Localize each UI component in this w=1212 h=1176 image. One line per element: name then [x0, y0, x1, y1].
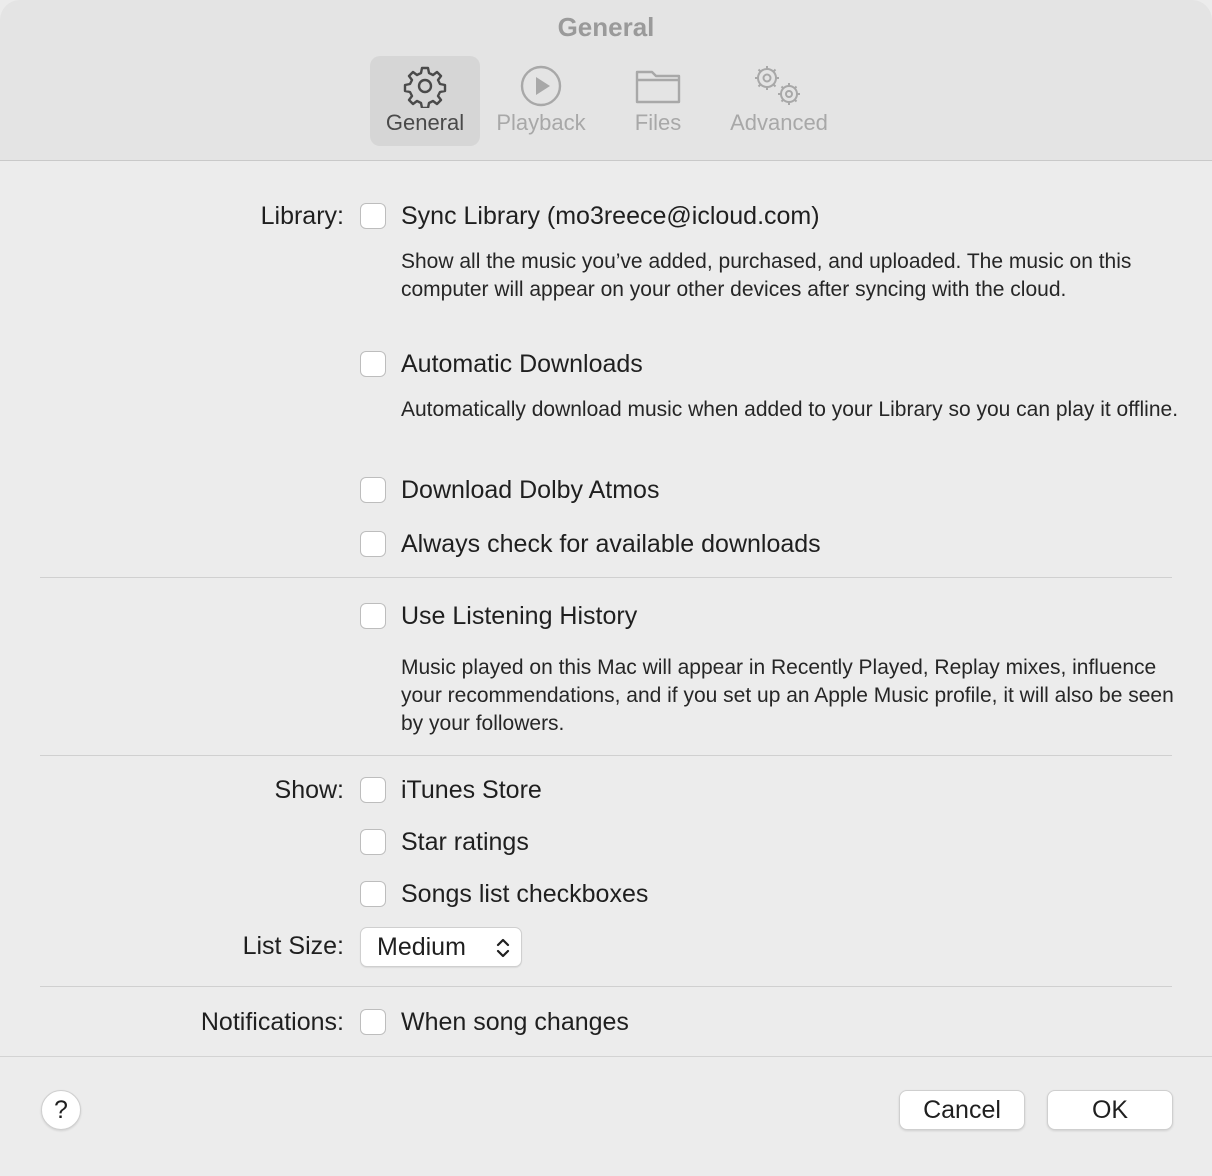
- show-label: Show:: [274, 776, 344, 804]
- cancel-button[interactable]: Cancel: [899, 1090, 1025, 1130]
- use-listening-history-label[interactable]: Use Listening History: [401, 602, 637, 631]
- list-size-label: List Size:: [242, 932, 344, 960]
- use-listening-history-checkbox[interactable]: [360, 603, 386, 629]
- when-song-changes-label[interactable]: When song changes: [401, 1008, 629, 1037]
- toolbar: General General Playback Files Advanced: [0, 0, 1212, 161]
- tab-label: Files: [634, 110, 682, 135]
- tab-playback[interactable]: Playback: [490, 56, 592, 146]
- help-button[interactable]: ?: [41, 1090, 81, 1130]
- download-dolby-atmos-label[interactable]: Download Dolby Atmos: [401, 476, 659, 505]
- automatic-downloads-label[interactable]: Automatic Downloads: [401, 350, 643, 379]
- tab-label: General: [385, 110, 465, 135]
- gears-icon: [755, 66, 800, 105]
- gear-icon: [403, 66, 447, 108]
- sync-library-label[interactable]: Sync Library (mo3reece@icloud.com): [401, 202, 820, 231]
- footer-divider: [0, 1056, 1212, 1057]
- itunes-store-checkbox[interactable]: [360, 777, 386, 803]
- chevron-up-down-icon: [496, 938, 510, 958]
- songs-list-checkboxes-checkbox[interactable]: [360, 881, 386, 907]
- tab-general[interactable]: General: [370, 56, 480, 146]
- automatic-downloads-checkbox[interactable]: [360, 351, 386, 377]
- always-check-downloads-checkbox[interactable]: [360, 531, 386, 557]
- tab-label: Advanced: [730, 110, 828, 135]
- play-circle-icon: [520, 65, 562, 107]
- tab-label: Playback: [496, 110, 586, 135]
- when-song-changes-checkbox[interactable]: [360, 1009, 386, 1035]
- automatic-downloads-description: Automatically download music when added …: [401, 398, 1179, 421]
- tab-files[interactable]: Files: [612, 56, 704, 146]
- always-check-downloads-label[interactable]: Always check for available downloads: [401, 530, 821, 559]
- star-ratings-checkbox[interactable]: [360, 829, 386, 855]
- sync-library-description: Show all the music you’ve added, purchas…: [401, 250, 1132, 301]
- library-label: Library:: [260, 202, 344, 230]
- sync-library-checkbox[interactable]: [360, 203, 386, 229]
- divider: [40, 986, 1172, 987]
- preferences-window: General General Playback Files Advanced …: [0, 0, 1212, 1176]
- list-size-select[interactable]: Medium: [360, 927, 522, 967]
- tab-advanced[interactable]: Advanced: [722, 56, 836, 146]
- listening-history-description: Music played on this Mac will appear in …: [401, 656, 1174, 735]
- divider: [40, 755, 1172, 756]
- folder-icon: [635, 70, 681, 104]
- star-ratings-label[interactable]: Star ratings: [401, 828, 529, 857]
- download-dolby-atmos-checkbox[interactable]: [360, 477, 386, 503]
- list-size-value: Medium: [377, 933, 466, 961]
- window-title: General: [557, 12, 655, 42]
- itunes-store-label[interactable]: iTunes Store: [401, 776, 542, 805]
- divider: [40, 577, 1172, 578]
- songs-list-checkboxes-label[interactable]: Songs list checkboxes: [401, 880, 648, 909]
- ok-button[interactable]: OK: [1047, 1090, 1173, 1130]
- notifications-label: Notifications:: [200, 1008, 344, 1036]
